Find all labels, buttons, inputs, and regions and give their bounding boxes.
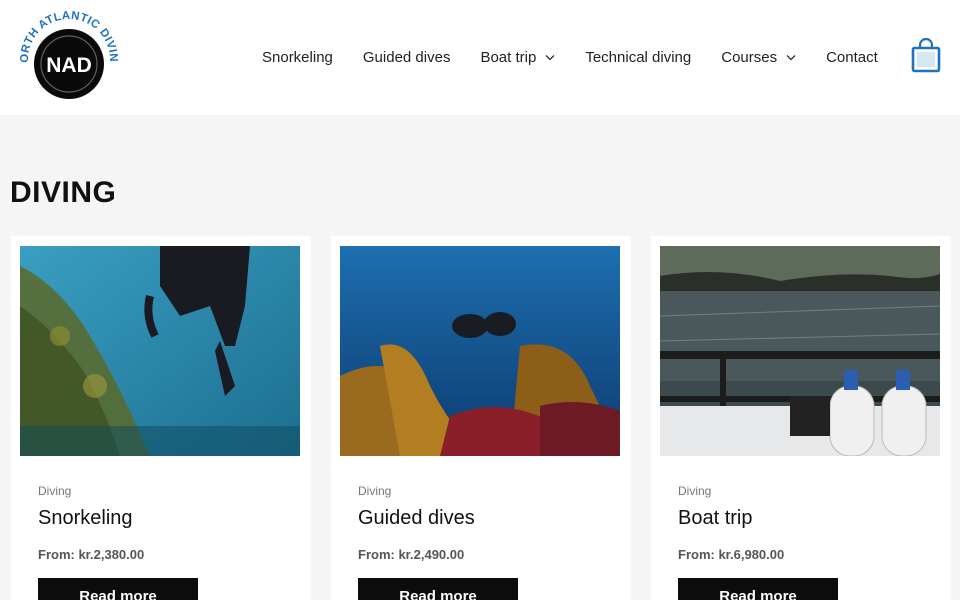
- site-header: NORTH ATLANTIC DIVING NAD Snorkeling Gui…: [0, 0, 960, 115]
- logo-mark: NAD: [46, 54, 92, 77]
- product-price: From: kr.2,490.00: [358, 547, 465, 562]
- nav-item-boat-trip[interactable]: Boat trip: [480, 49, 555, 66]
- product-category[interactable]: Diving: [38, 484, 71, 498]
- chevron-down-icon: [786, 54, 796, 60]
- read-more-button[interactable]: Read more: [678, 578, 838, 600]
- product-title[interactable]: Boat trip: [678, 507, 752, 530]
- shopping-bag-icon[interactable]: [911, 37, 941, 73]
- product-price: From: kr.2,380.00: [38, 547, 145, 562]
- nav-item-guided-dives[interactable]: Guided dives: [363, 49, 451, 66]
- read-more-button[interactable]: Read more: [358, 578, 518, 600]
- main-navigation: Snorkeling Guided dives Boat trip Techni…: [262, 46, 878, 68]
- nav-item-courses[interactable]: Courses: [721, 49, 796, 66]
- product-card-boat-trip: Diving Boat trip From: kr.6,980.00 Read …: [651, 236, 951, 600]
- nav-item-snorkeling[interactable]: Snorkeling: [262, 49, 333, 66]
- product-title[interactable]: Snorkeling: [38, 507, 133, 530]
- nav-item-technical-diving[interactable]: Technical diving: [585, 49, 691, 66]
- product-price: From: kr.6,980.00: [678, 547, 785, 562]
- product-category[interactable]: Diving: [358, 484, 391, 498]
- product-image-boat-trip[interactable]: [660, 246, 940, 456]
- product-title[interactable]: Guided dives: [358, 507, 475, 530]
- read-more-button[interactable]: Read more: [38, 578, 198, 600]
- nav-item-contact[interactable]: Contact: [826, 49, 878, 66]
- product-card-guided-dives: Diving Guided dives From: kr.2,490.00 Re…: [331, 236, 631, 600]
- product-image-guided-dives[interactable]: [340, 246, 620, 456]
- product-card-snorkeling: Diving Snorkeling From: kr.2,380.00 Read…: [11, 236, 311, 600]
- product-category[interactable]: Diving: [678, 484, 711, 498]
- product-image-snorkeling[interactable]: [20, 246, 300, 456]
- chevron-down-icon: [545, 54, 555, 60]
- page-title: DIVING: [10, 176, 117, 209]
- north-atlantic-diving-logo[interactable]: NORTH ATLANTIC DIVING NAD: [16, 10, 122, 106]
